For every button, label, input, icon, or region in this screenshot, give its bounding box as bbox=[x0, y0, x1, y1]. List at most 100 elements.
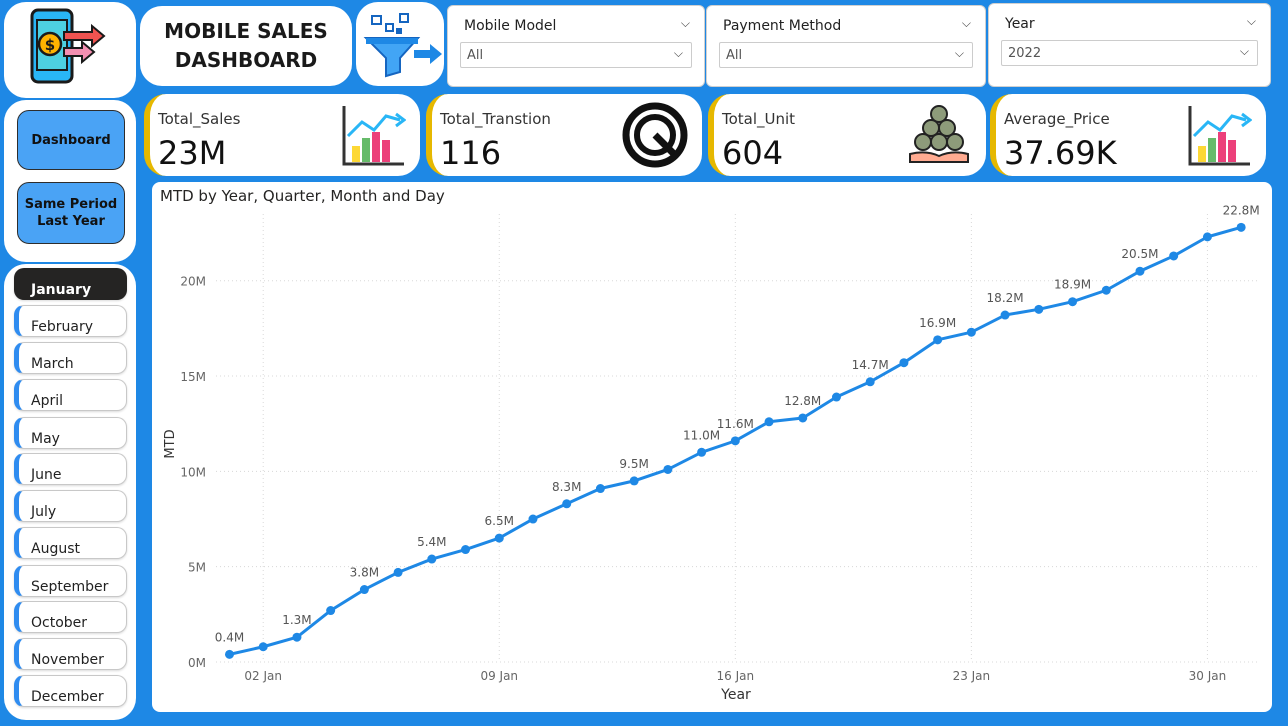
slicer-label: Year bbox=[1005, 16, 1035, 32]
data-label: 9.5M bbox=[619, 457, 648, 471]
same-period-last-year-button[interactable]: Same Period Last Year bbox=[17, 182, 125, 244]
data-point bbox=[1169, 251, 1179, 261]
data-point bbox=[933, 335, 943, 345]
circular-gauge-icon bbox=[622, 102, 688, 168]
data-label: 18.9M bbox=[1054, 278, 1091, 292]
month-july[interactable]: July bbox=[14, 490, 127, 522]
data-point bbox=[629, 476, 639, 486]
data-point bbox=[393, 567, 403, 577]
data-point bbox=[798, 413, 808, 423]
data-point bbox=[461, 545, 471, 555]
data-point bbox=[258, 642, 268, 652]
data-point bbox=[1034, 304, 1044, 314]
mobile-money-transfer-icon: $ bbox=[30, 8, 106, 84]
month-november[interactable]: November bbox=[14, 638, 127, 670]
month-march[interactable]: March bbox=[14, 342, 127, 374]
data-point bbox=[326, 606, 336, 616]
x-tick-label: 02 Jan bbox=[244, 669, 282, 683]
data-label: 8.3M bbox=[552, 480, 581, 494]
x-tick-label: 23 Jan bbox=[953, 669, 991, 683]
kpi-average-price: Average_Price 37.69K bbox=[990, 94, 1266, 176]
year-dropdown[interactable]: 2022 ⌵ bbox=[1001, 40, 1258, 66]
data-point bbox=[1000, 310, 1010, 320]
chevron-down-icon[interactable]: ⌵ bbox=[962, 16, 971, 31]
month-slicer-panel: January February March April May June Ju… bbox=[4, 264, 136, 720]
kpi-label: Total_Transtion bbox=[440, 110, 551, 128]
logo-panel: $ bbox=[4, 2, 136, 98]
data-label: 20.5M bbox=[1121, 247, 1158, 261]
bar-chart-growth-icon bbox=[342, 106, 406, 166]
x-axis-title: Year bbox=[720, 687, 751, 703]
dashboard-button[interactable]: Dashboard bbox=[17, 110, 125, 170]
data-point bbox=[427, 554, 437, 564]
data-label: 3.8M bbox=[350, 566, 379, 580]
y-tick-label: 10M bbox=[180, 465, 206, 479]
data-label: 14.7M bbox=[852, 358, 889, 372]
data-point bbox=[1236, 222, 1246, 232]
data-point bbox=[528, 514, 538, 524]
data-point bbox=[899, 358, 909, 368]
data-point bbox=[1101, 285, 1111, 295]
year-slicer[interactable]: Year ⌵ 2022 ⌵ bbox=[988, 3, 1271, 87]
chevron-down-icon: ⌵ bbox=[1239, 44, 1249, 58]
data-point bbox=[764, 417, 774, 427]
mtd-line-chart: MTD Year 0M 5M 10M 15M 20M 02 Jan 09 Jan 16 Jan… bbox=[163, 203, 1260, 703]
mtd-line-chart-panel: MTD by Year, Quarter, Month and Day MTD … bbox=[152, 182, 1272, 712]
data-label: 16.9M bbox=[919, 316, 956, 330]
mobile-model-dropdown[interactable]: All ⌵ bbox=[460, 42, 692, 68]
bar-chart-growth-icon bbox=[1188, 106, 1252, 166]
kpi-label: Average_Price bbox=[1004, 110, 1110, 128]
data-label: 0.4M bbox=[215, 630, 244, 644]
payment-method-dropdown[interactable]: All ⌵ bbox=[719, 42, 973, 68]
mobile-model-slicer[interactable]: Mobile Model ⌵ All ⌵ bbox=[447, 5, 705, 87]
y-axis-title: MTD bbox=[163, 429, 178, 458]
month-june[interactable]: June bbox=[14, 453, 127, 485]
coin-stack-hand-icon bbox=[909, 105, 969, 163]
data-label: 5.4M bbox=[417, 535, 446, 549]
kpi-value: 23M bbox=[158, 134, 227, 172]
dashboard-title: MOBILE SALES DASHBOARD bbox=[164, 19, 328, 72]
svg-text:$: $ bbox=[45, 36, 55, 54]
chevron-down-icon[interactable]: ⌵ bbox=[1247, 14, 1256, 29]
x-tick-label: 30 Jan bbox=[1189, 669, 1227, 683]
month-january[interactable]: January bbox=[14, 268, 127, 300]
month-august[interactable]: August bbox=[14, 527, 127, 559]
chevron-down-icon: ⌵ bbox=[954, 46, 964, 60]
data-point bbox=[831, 392, 841, 402]
data-point bbox=[292, 632, 302, 642]
dropdown-value: All bbox=[726, 48, 743, 63]
data-point bbox=[1135, 266, 1145, 276]
data-point bbox=[224, 649, 234, 659]
dropdown-value: 2022 bbox=[1008, 46, 1042, 61]
kpi-value: 37.69K bbox=[1004, 134, 1117, 172]
month-september[interactable]: September bbox=[14, 565, 127, 597]
navigation-panel: Dashboard Same Period Last Year bbox=[4, 100, 136, 262]
payment-method-slicer[interactable]: Payment Method ⌵ All ⌵ bbox=[706, 5, 986, 87]
month-february[interactable]: February bbox=[14, 305, 127, 337]
data-point bbox=[663, 464, 673, 474]
kpi-total-unit: Total_Unit 604 bbox=[708, 94, 986, 176]
chevron-down-icon[interactable]: ⌵ bbox=[681, 16, 690, 31]
data-point bbox=[730, 436, 740, 446]
data-label: 18.2M bbox=[987, 291, 1024, 305]
data-point bbox=[966, 327, 976, 337]
kpi-value: 604 bbox=[722, 134, 784, 172]
filter-icon-panel bbox=[356, 2, 444, 86]
month-december[interactable]: December bbox=[14, 675, 127, 707]
data-label: 1.3M bbox=[282, 613, 311, 627]
kpi-value: 116 bbox=[440, 134, 502, 172]
data-point bbox=[1068, 297, 1078, 307]
data-point bbox=[562, 499, 572, 509]
data-point bbox=[865, 377, 875, 387]
month-october[interactable]: October bbox=[14, 601, 127, 633]
data-label: 11.6M bbox=[717, 417, 754, 431]
month-may[interactable]: May bbox=[14, 417, 127, 449]
dropdown-value: All bbox=[467, 48, 484, 63]
kpi-total-transaction: Total_Transtion 116 bbox=[426, 94, 702, 176]
kpi-label: Total_Sales bbox=[158, 110, 241, 128]
data-point bbox=[595, 484, 605, 494]
month-april[interactable]: April bbox=[14, 379, 127, 411]
data-point bbox=[359, 585, 369, 595]
y-tick-label: 5M bbox=[188, 561, 206, 575]
y-tick-label: 15M bbox=[180, 370, 206, 384]
